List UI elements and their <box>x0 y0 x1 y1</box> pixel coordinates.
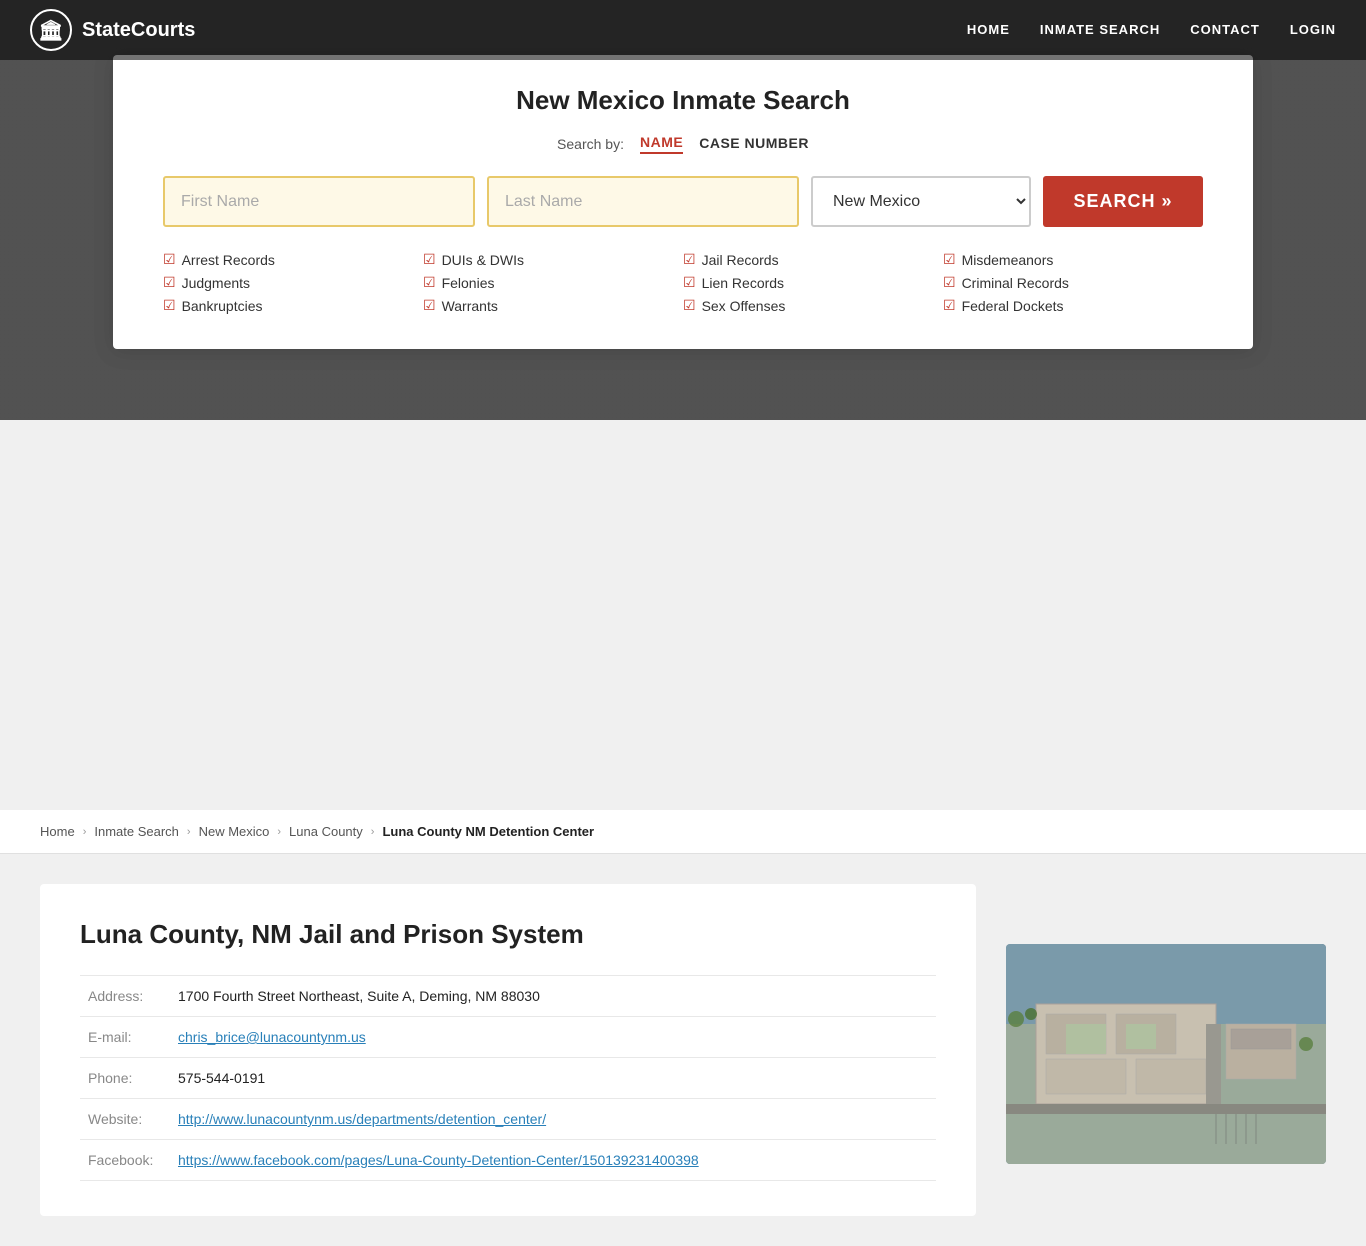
address-label: Address: <box>80 976 170 1017</box>
search-card: New Mexico Inmate Search Search by: NAME… <box>113 55 1253 349</box>
checkbox-label: Felonies <box>442 275 495 291</box>
nav-home[interactable]: HOME <box>967 22 1010 37</box>
checkbox-item: ☑ Bankruptcies <box>163 297 423 314</box>
checkbox-item: ☑ Lien Records <box>683 274 943 291</box>
checkbox-label: Bankruptcies <box>182 298 263 314</box>
breadcrumb-sep-4: › <box>371 826 375 838</box>
address-value: 1700 Fourth Street Northeast, Suite A, D… <box>170 976 936 1017</box>
checkbox-item: ☑ Criminal Records <box>943 274 1203 291</box>
checkbox-icon: ☑ <box>683 274 696 291</box>
first-name-input[interactable] <box>163 176 475 227</box>
nav-links: HOME INMATE SEARCH CONTACT LOGIN <box>967 21 1336 39</box>
search-by-label: Search by: <box>557 136 624 152</box>
checkbox-label: Lien Records <box>702 275 785 291</box>
checkbox-icon: ☑ <box>163 274 176 291</box>
checkbox-item: ☑ Federal Dockets <box>943 297 1203 314</box>
facebook-row: Facebook: https://www.facebook.com/pages… <box>80 1140 936 1181</box>
checkbox-label: Arrest Records <box>182 252 275 268</box>
site-logo[interactable]: 🏛 StateCourts <box>30 9 195 51</box>
checkbox-icon: ☑ <box>943 251 956 268</box>
facility-card: Luna County, NM Jail and Prison System A… <box>40 884 976 1216</box>
logo-icon: 🏛 <box>30 9 72 51</box>
site-name: StateCourts <box>82 19 195 42</box>
checkbox-item: ☑ Judgments <box>163 274 423 291</box>
checkbox-item: ☑ Misdemeanors <box>943 251 1203 268</box>
checkbox-label: DUIs & DWIs <box>442 252 524 268</box>
facebook-link[interactable]: https://www.facebook.com/pages/Luna-Coun… <box>178 1152 699 1168</box>
checkbox-item: ☑ Sex Offenses <box>683 297 943 314</box>
phone-label: Phone: <box>80 1058 170 1099</box>
nav-inmate-search[interactable]: INMATE SEARCH <box>1040 22 1160 37</box>
search-button[interactable]: SEARCH » <box>1043 176 1203 227</box>
facility-title: Luna County, NM Jail and Prison System <box>80 919 936 950</box>
facility-info-table: Address: 1700 Fourth Street Northeast, S… <box>80 975 936 1181</box>
checkbox-item: ☑ DUIs & DWIs <box>423 251 683 268</box>
checkbox-icon: ☑ <box>163 297 176 314</box>
checkbox-label: Warrants <box>442 298 498 314</box>
website-link[interactable]: http://www.lunacountynm.us/departments/d… <box>178 1111 546 1127</box>
address-row: Address: 1700 Fourth Street Northeast, S… <box>80 976 936 1017</box>
checkbox-item: ☑ Warrants <box>423 297 683 314</box>
facebook-label: Facebook: <box>80 1140 170 1181</box>
nav-contact[interactable]: CONTACT <box>1190 22 1260 37</box>
checkbox-item: ☑ Jail Records <box>683 251 943 268</box>
checkbox-label: Sex Offenses <box>702 298 786 314</box>
facility-image <box>1006 944 1326 1164</box>
website-label: Website: <box>80 1099 170 1140</box>
checkbox-item: ☑ Felonies <box>423 274 683 291</box>
search-by-row: Search by: NAME CASE NUMBER <box>163 134 1203 154</box>
checkbox-icon: ☑ <box>943 297 956 314</box>
breadcrumb-new-mexico[interactable]: New Mexico <box>199 824 270 839</box>
search-inputs-row: New Mexico Alabama Alaska Arizona Arkans… <box>163 176 1203 227</box>
breadcrumb-sep-1: › <box>83 826 87 838</box>
phone-value: 575-544-0191 <box>170 1058 936 1099</box>
checkbox-label: Judgments <box>182 275 250 291</box>
facility-aerial-svg <box>1006 944 1326 1164</box>
header: COURTHOUSE 🏛 StateCourts HOME INMATE SEA… <box>0 0 1366 420</box>
checkbox-icon: ☑ <box>423 274 436 291</box>
state-select[interactable]: New Mexico Alabama Alaska Arizona Arkans… <box>811 176 1031 227</box>
search-title: New Mexico Inmate Search <box>163 85 1203 116</box>
breadcrumb: Home › Inmate Search › New Mexico › Luna… <box>0 810 1366 854</box>
checkbox-label: Jail Records <box>702 252 779 268</box>
checkbox-icon: ☑ <box>683 297 696 314</box>
last-name-input[interactable] <box>487 176 799 227</box>
navigation-bar: 🏛 StateCourts HOME INMATE SEARCH CONTACT… <box>0 0 1366 60</box>
breadcrumb-current: Luna County NM Detention Center <box>382 824 594 839</box>
breadcrumb-inmate-search[interactable]: Inmate Search <box>94 824 179 839</box>
checkbox-icon: ☑ <box>943 274 956 291</box>
website-row: Website: http://www.lunacountynm.us/depa… <box>80 1099 936 1140</box>
breadcrumb-luna-county[interactable]: Luna County <box>289 824 363 839</box>
breadcrumb-home[interactable]: Home <box>40 824 75 839</box>
breadcrumb-sep-3: › <box>277 826 281 838</box>
nav-login[interactable]: LOGIN <box>1290 22 1336 37</box>
checkbox-icon: ☑ <box>423 251 436 268</box>
checkbox-icon: ☑ <box>683 251 696 268</box>
checkbox-icon: ☑ <box>163 251 176 268</box>
tab-case-number[interactable]: CASE NUMBER <box>699 135 809 153</box>
phone-row: Phone: 575-544-0191 <box>80 1058 936 1099</box>
email-link[interactable]: chris_brice@lunacountynm.us <box>178 1029 366 1045</box>
checkbox-label: Criminal Records <box>962 275 1069 291</box>
checkbox-label: Federal Dockets <box>962 298 1064 314</box>
email-row: E-mail: chris_brice@lunacountynm.us <box>80 1017 936 1058</box>
email-label: E-mail: <box>80 1017 170 1058</box>
breadcrumb-sep-2: › <box>187 826 191 838</box>
checkbox-item: ☑ Arrest Records <box>163 251 423 268</box>
checkbox-icon: ☑ <box>423 297 436 314</box>
checkbox-label: Misdemeanors <box>962 252 1054 268</box>
tab-name[interactable]: NAME <box>640 134 683 154</box>
main-content: Luna County, NM Jail and Prison System A… <box>0 854 1366 1246</box>
checkboxes-grid: ☑ Arrest Records ☑ DUIs & DWIs ☑ Jail Records… <box>163 251 1203 314</box>
